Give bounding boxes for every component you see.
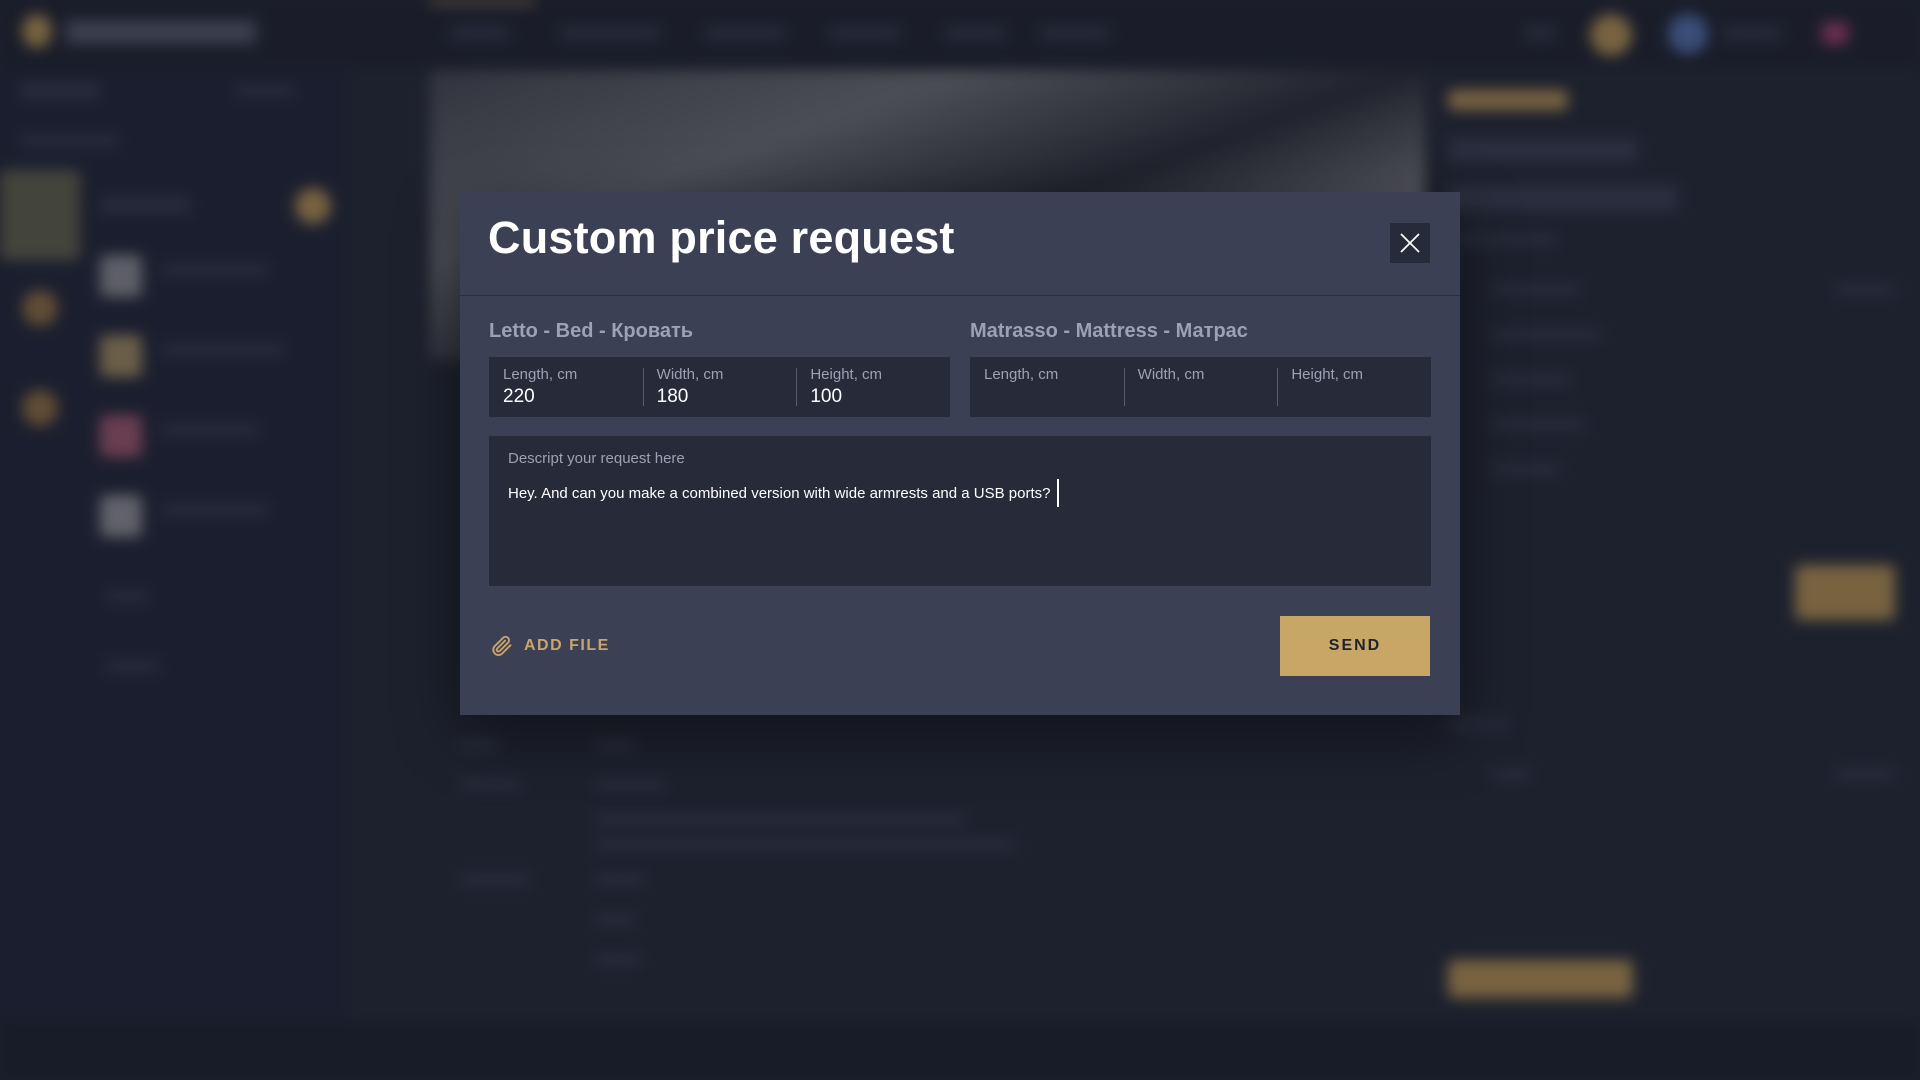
paperclip-icon <box>492 635 512 656</box>
mattress-height-input[interactable] <box>1291 386 1418 408</box>
bed-width-label: Width, cm <box>656 366 724 383</box>
bed-length-label: Length, cm <box>503 366 578 383</box>
bed-height-field[interactable]: Height, cm <box>796 357 950 417</box>
bed-width-input[interactable] <box>656 386 783 408</box>
request-text: Hey. And can you make a combined version… <box>508 484 1051 502</box>
bed-height-input[interactable] <box>810 386 937 408</box>
close-icon <box>1400 233 1420 253</box>
modal-header: Custom price request <box>460 192 1460 296</box>
request-label: Descript your request here <box>508 450 685 467</box>
bed-width-field[interactable]: Width, cm <box>642 357 797 417</box>
bed-dimensions: Letto - Bed - Кровать Length, cm Width, … <box>489 320 950 417</box>
add-file-label: ADD FILE <box>524 637 610 654</box>
bed-length-field[interactable]: Length, cm <box>489 357 643 417</box>
mattress-length-input[interactable] <box>984 386 1110 408</box>
dimensions-row: Letto - Bed - Кровать Length, cm Width, … <box>489 320 1431 417</box>
mattress-length-label: Length, cm <box>984 366 1059 383</box>
mattress-length-field[interactable]: Length, cm <box>970 357 1124 417</box>
bed-height-label: Height, cm <box>810 366 883 383</box>
mattress-height-label: Height, cm <box>1291 366 1364 383</box>
mattress-width-field[interactable]: Width, cm <box>1123 357 1278 417</box>
text-cursor <box>1057 479 1060 507</box>
modal-title: Custom price request <box>488 212 955 263</box>
bed-dimensions-title: Letto - Bed - Кровать <box>489 320 694 342</box>
mattress-dimension-fields: Length, cm Width, cm Height, cm <box>970 357 1431 417</box>
mattress-dimensions-title: Matrasso - Mattress - Матрас <box>970 320 1248 342</box>
bed-dimension-fields: Length, cm Width, cm Height, cm <box>489 357 950 417</box>
close-button[interactable] <box>1390 223 1430 263</box>
mattress-width-input[interactable] <box>1137 386 1264 408</box>
request-text-wrapper: Hey. And can you make a combined version… <box>508 479 1412 507</box>
custom-price-request-modal: Custom price request Letto - Bed - Крова… <box>460 192 1460 715</box>
send-button[interactable]: SEND <box>1280 616 1430 676</box>
bed-length-input[interactable] <box>503 386 629 408</box>
request-textarea[interactable]: Descript your request here Hey. And can … <box>489 436 1431 586</box>
mattress-height-field[interactable]: Height, cm <box>1277 357 1431 417</box>
mattress-dimensions: Matrasso - Mattress - Матрас Length, cm … <box>970 320 1431 417</box>
add-file-button[interactable]: ADD FILE <box>490 634 610 658</box>
mattress-width-label: Width, cm <box>1137 366 1205 383</box>
